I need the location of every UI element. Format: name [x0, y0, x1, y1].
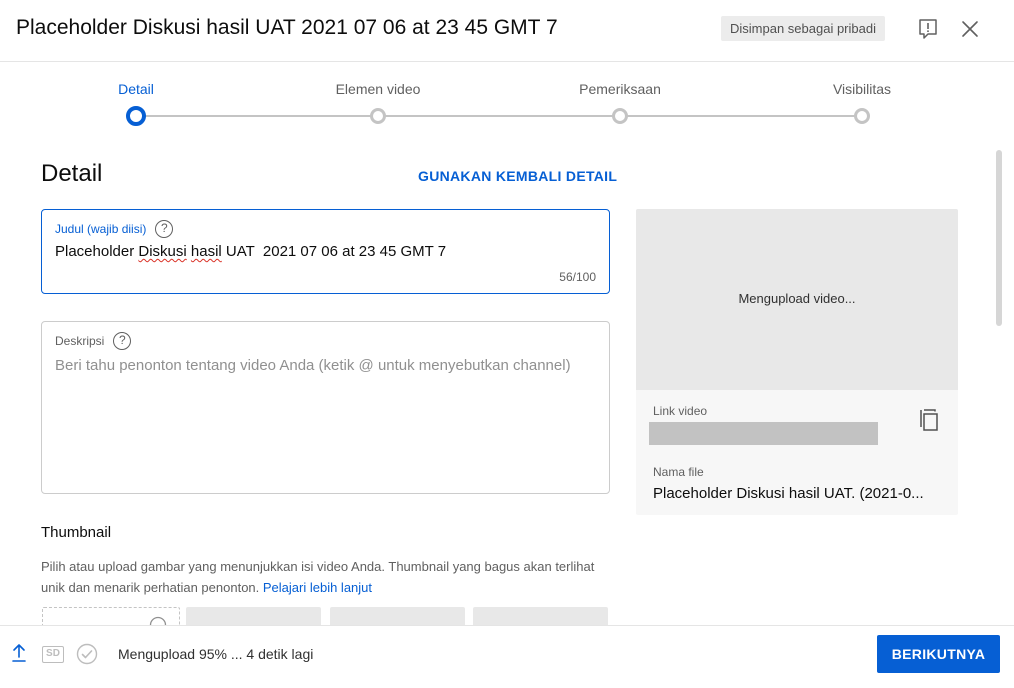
report-button[interactable]: [916, 17, 940, 41]
learn-more-link[interactable]: Pelajari lebih lanjut: [263, 580, 372, 595]
upload-progress-text: Mengupload video...: [738, 291, 856, 306]
reuse-details-button[interactable]: GUNAKAN KEMBALI DETAIL: [418, 168, 617, 184]
description-field[interactable]: Deskripsi ? Beri tahu penonton tentang v…: [41, 321, 610, 494]
video-preview: Mengupload video...: [636, 209, 958, 390]
help-icon[interactable]: ?: [155, 220, 174, 238]
dialog-header: Placeholder Diskusi hasil UAT 2021 07 06…: [0, 0, 1014, 62]
title-text-suffix: UAT 2021 07 06 at 23 45 GMT 7: [221, 243, 447, 260]
step-detail-dot[interactable]: [126, 106, 146, 126]
file-name-label: Nama file: [653, 465, 704, 479]
stepper-line: [136, 115, 862, 117]
video-preview-card: Mengupload video... Link video Nama file…: [636, 209, 958, 515]
title-field[interactable]: Judul (wajib diisi) ? Placeholder Diskus…: [41, 209, 610, 294]
step-checks-dot[interactable]: [612, 108, 628, 124]
saved-status-badge: Disimpan sebagai pribadi: [721, 16, 885, 41]
details-heading: Detail: [41, 160, 103, 187]
upload-status-text: Mengupload 95% ... 4 detik lagi: [118, 646, 314, 662]
title-field-label: Judul (wajib diisi) ?: [55, 220, 174, 238]
check-circle-icon: [76, 643, 98, 665]
thumbnail-option-3[interactable]: [473, 607, 608, 625]
upload-icon: [12, 644, 26, 662]
step-checks-label[interactable]: Pemeriksaan: [579, 81, 661, 97]
dialog-footer: SD Mengupload 95% ... 4 detik lagi BERIK…: [0, 625, 1014, 688]
video-link-label: Link video: [653, 404, 708, 418]
next-button[interactable]: BERIKUTNYA: [877, 635, 1000, 673]
dialog-title: Placeholder Diskusi hasil UAT 2021 07 06…: [16, 16, 558, 39]
description-field-label: Deskripsi ?: [55, 332, 132, 350]
thumbnail-option-2[interactable]: [330, 607, 465, 625]
step-detail-label[interactable]: Detail: [118, 81, 154, 97]
title-input[interactable]: Placeholder Diskusi hasil UAT 2021 07 06…: [55, 243, 446, 260]
sd-quality-icon: SD: [42, 646, 64, 663]
thumbnail-heading: Thumbnail: [41, 524, 112, 541]
report-icon: [919, 19, 937, 39]
help-icon[interactable]: ?: [113, 332, 132, 350]
step-visibility-label[interactable]: Visibilitas: [833, 81, 891, 97]
thumbnail-upload-slot[interactable]: [42, 607, 180, 634]
description-input[interactable]: Beri tahu penonton tentang video Anda (k…: [55, 353, 575, 378]
title-text-prefix: Placeholder: [55, 243, 139, 260]
step-video-elements-dot[interactable]: [370, 108, 386, 124]
thumbnail-description: Pilih atau upload gambar yang menunjukka…: [41, 556, 601, 598]
title-char-count: 56/100: [559, 270, 596, 284]
copy-icon: [920, 409, 938, 431]
file-name-value: Placeholder Diskusi hasil UAT. (2021-0..…: [653, 485, 924, 502]
title-text-word-1: Diskusi: [138, 243, 187, 260]
close-button[interactable]: [958, 17, 982, 41]
step-video-elements-label[interactable]: Elemen video: [336, 81, 421, 97]
description-label-text: Deskripsi: [55, 334, 105, 348]
scrollbar-thumb[interactable]: [996, 150, 1002, 326]
close-icon: [962, 21, 978, 37]
title-text-word-2: hasil: [190, 243, 222, 260]
title-label-text: Judul (wajib diisi): [55, 222, 147, 236]
copy-link-button[interactable]: [918, 408, 940, 432]
step-visibility-dot[interactable]: [854, 108, 870, 124]
thumbnail-option-1[interactable]: [186, 607, 321, 625]
video-link-placeholder: [649, 422, 878, 445]
